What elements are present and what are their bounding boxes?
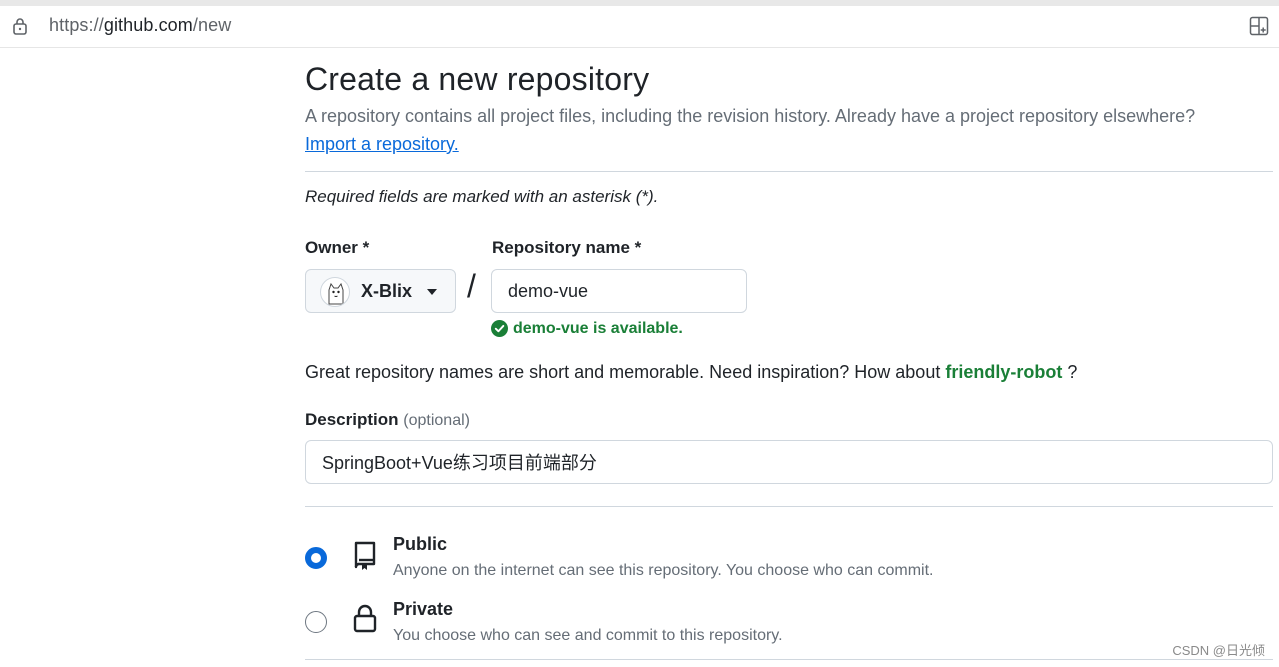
divider [305,506,1273,507]
private-description: You choose who can see and commit to thi… [393,627,783,644]
divider [305,659,1273,660]
avatar [320,277,350,307]
repository-name-label: Repository name * [492,238,642,257]
inspiration-trailing: ? [1067,362,1078,382]
availability-text: demo-vue is available. [513,320,683,337]
browser-address-bar: https://github.com/new [0,0,1279,48]
page-title: Create a new repository [305,61,650,97]
url-path: /new [192,15,232,35]
private-title: Private [393,599,454,619]
public-description: Anyone on the internet can see this repo… [393,562,934,579]
repository-name-input[interactable] [491,269,747,313]
watermark: CSDN @日光倾 [1172,643,1265,658]
caret-down-icon [427,289,437,295]
owner-label: Owner * [305,238,370,257]
owner-select[interactable]: X-Blix [305,269,456,313]
suggested-name[interactable]: friendly-robot [945,362,1062,382]
url-host: github.com [103,15,193,35]
url-prefix: https:// [49,15,104,35]
inspiration-text: Great repository names are short and mem… [305,362,941,382]
check-circle-icon [491,320,508,337]
url-field[interactable]: https://github.com/new [49,15,231,36]
owner-name: X-Blix [361,281,413,301]
description-label: Description (optional) [305,410,470,430]
lock-icon [353,604,377,633]
optional-hint: (optional) [403,412,470,429]
lock-icon[interactable] [12,17,28,35]
tab-strip-edge [0,0,1279,6]
private-radio[interactable] [305,611,327,633]
tab-groups-icon[interactable] [1249,16,1269,36]
description-label-text: Description [305,410,399,429]
repo-icon [354,541,376,570]
owner-repo-separator: / [467,268,476,304]
name-inspiration: Great repository names are short and mem… [305,362,1077,383]
page-subtitle: A repository contains all project files,… [305,106,1196,126]
required-fields-note: Required fields are marked with an aster… [305,187,659,206]
divider [305,171,1273,172]
description-input[interactable] [305,440,1273,484]
public-radio[interactable] [305,547,327,569]
import-repository-link[interactable]: Import a repository. [305,134,459,155]
public-title: Public [393,534,448,554]
cat-avatar-icon [328,282,344,305]
